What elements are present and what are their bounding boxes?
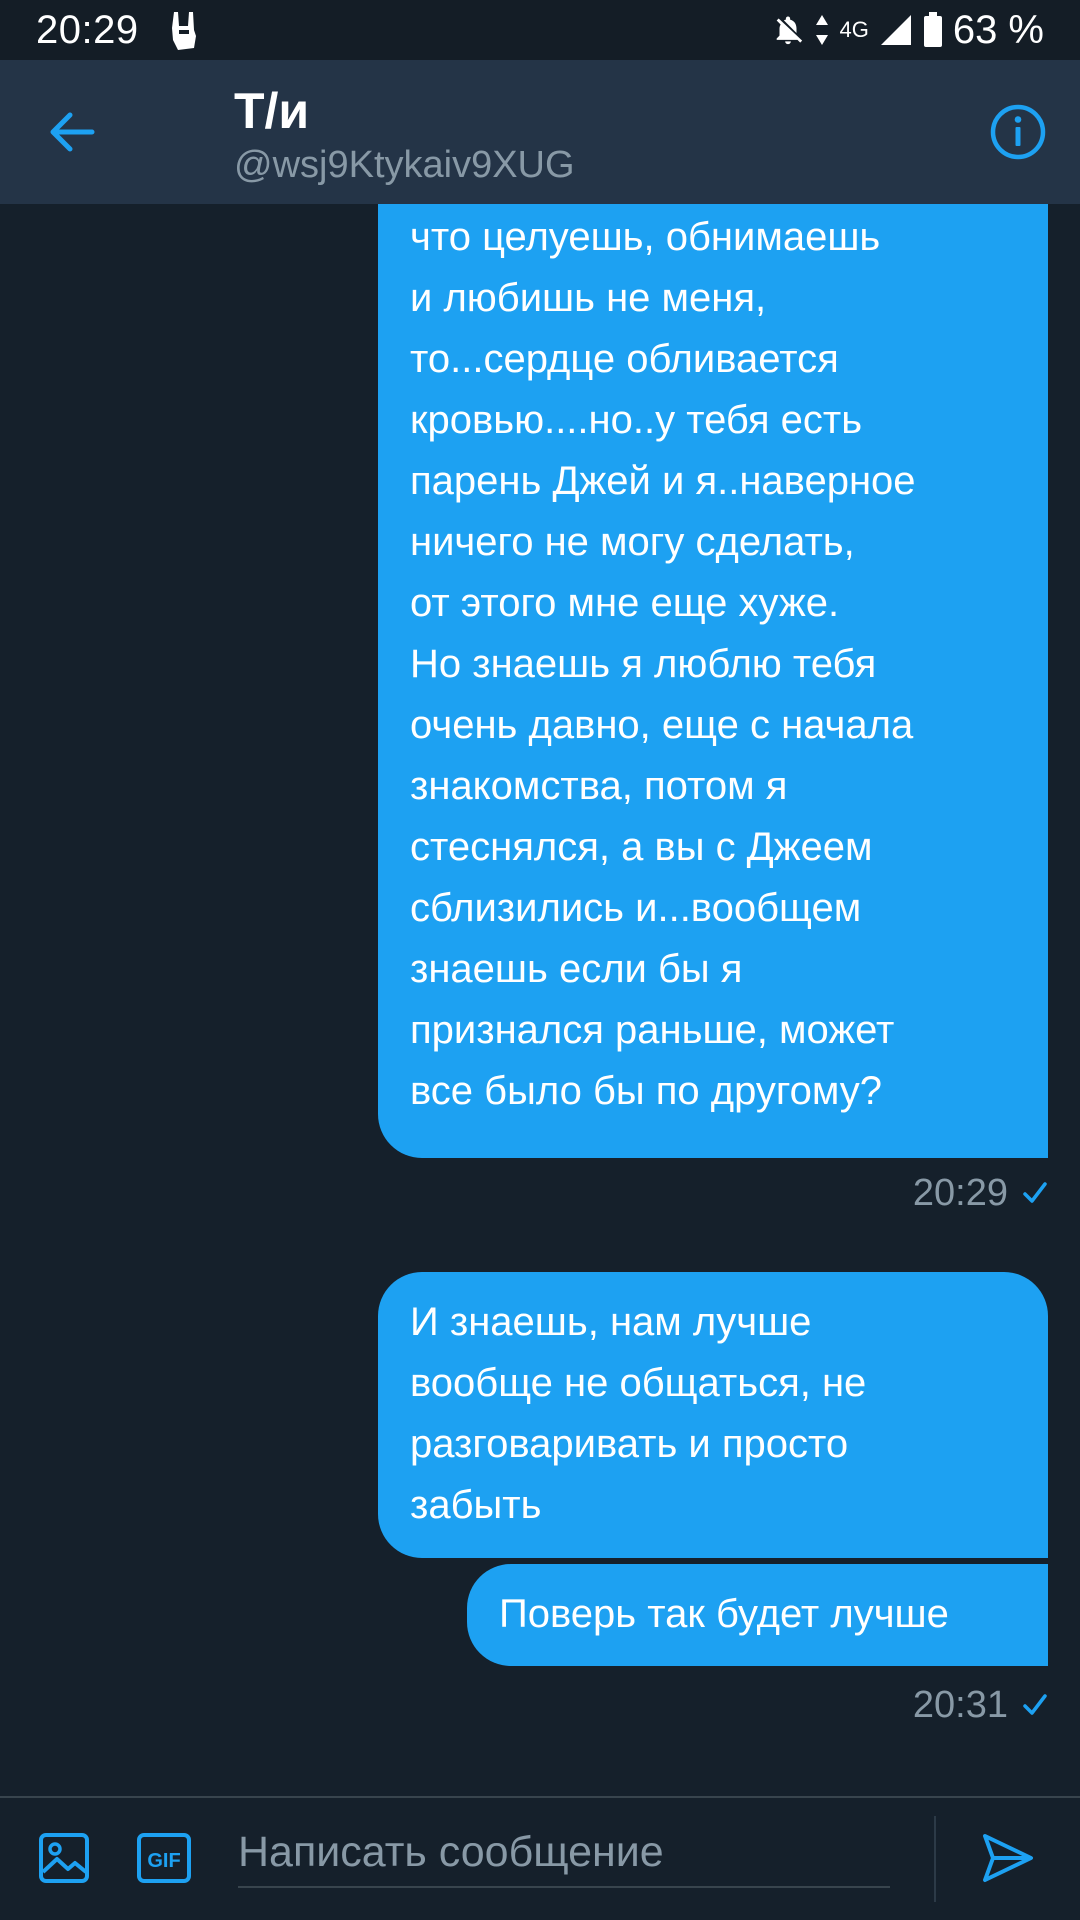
- conversation-title: Т/и: [234, 83, 310, 139]
- data-arrows-icon: [816, 15, 829, 45]
- status-icons: 4G 63 %: [771, 6, 1044, 54]
- message-bubble[interactable]: мной. А если представлю, что целуешь, об…: [378, 204, 1048, 1158]
- back-arrow-icon[interactable]: [40, 100, 104, 164]
- status-time: 20:29: [36, 8, 139, 52]
- message-timestamp: 20:29: [912, 1172, 1008, 1214]
- battery-icon: [923, 12, 942, 47]
- message-meta: 20:29: [913, 1170, 1048, 1216]
- conversation-header: Т/и @wsj9Ktykaiv9XUG: [0, 60, 1080, 204]
- message-composer: GIF: [0, 1796, 1080, 1920]
- message-input[interactable]: [238, 1818, 890, 1888]
- signal-icon: [880, 15, 911, 45]
- image-icon[interactable]: [38, 1832, 90, 1884]
- composer-divider: [934, 1816, 936, 1902]
- dm-conversation-screen: 20:29 4G 63 % Т/и @wsj9Ktykaiv9XUG что ц…: [0, 0, 1080, 1920]
- message-bubble[interactable]: Поверь так будет лучше: [467, 1564, 1048, 1666]
- message-meta: 20:31: [913, 1682, 1048, 1728]
- sent-check-icon: [1023, 1182, 1047, 1203]
- battery-percent: 63 %: [952, 8, 1044, 52]
- bell-off-icon: [777, 16, 803, 45]
- status-bar: 20:29 4G 63 %: [0, 0, 1080, 60]
- gif-icon[interactable]: GIF: [136, 1832, 192, 1884]
- network-type: 4G: [839, 17, 869, 42]
- rock-hand-icon: [172, 12, 196, 50]
- gif-label: GIF: [147, 1850, 180, 1872]
- message-list[interactable]: мной. А если представлю, что целуешь, об…: [0, 204, 1080, 1796]
- message-bubble[interactable]: И знаешь, нам лучше вообще не общаться, …: [378, 1272, 1048, 1558]
- conversation-handle: @wsj9Ktykaiv9XUG: [234, 144, 575, 186]
- send-icon[interactable]: [980, 1830, 1036, 1886]
- info-icon[interactable]: [988, 102, 1048, 162]
- message-timestamp: 20:31: [912, 1684, 1008, 1726]
- sent-check-icon: [1023, 1694, 1047, 1715]
